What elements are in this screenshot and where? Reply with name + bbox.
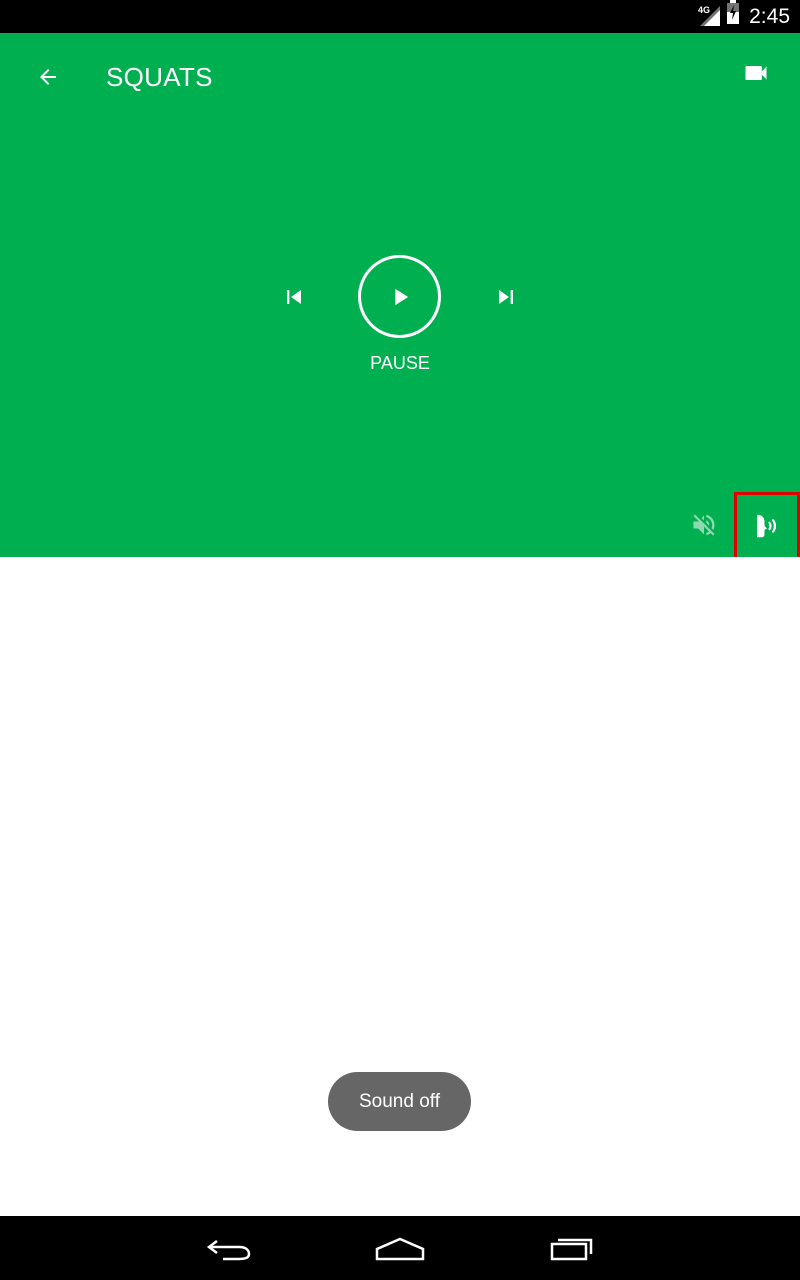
skip-previous-icon xyxy=(287,290,301,304)
nav-recents-button[interactable] xyxy=(532,1224,612,1272)
back-arrow-icon xyxy=(40,69,56,85)
previous-exercise-button[interactable] xyxy=(270,273,318,321)
signal-icon: 4G xyxy=(698,4,722,28)
video-button[interactable] xyxy=(732,49,780,97)
home-icon xyxy=(375,1237,425,1261)
status-time: 2:45 xyxy=(749,5,790,28)
voice-coach-icon xyxy=(757,514,776,538)
voice-coach-button[interactable] xyxy=(734,492,800,560)
sound-toggle-button[interactable] xyxy=(680,501,728,549)
network-type-label: 4G xyxy=(698,5,711,15)
videocam-icon xyxy=(745,66,767,80)
volume-off-icon xyxy=(693,514,715,536)
status-icons: 4G xyxy=(698,0,740,28)
recents-icon xyxy=(550,1238,593,1261)
toast-text: Sound off xyxy=(358,1090,440,1112)
nav-back-button[interactable] xyxy=(190,1224,270,1272)
play-button[interactable] xyxy=(358,255,441,338)
play-icon xyxy=(394,288,408,305)
back-icon xyxy=(206,1240,251,1261)
navigation-bar xyxy=(0,1216,800,1280)
status-bar: 4G 2:45 xyxy=(0,0,800,33)
battery-icon xyxy=(726,0,740,28)
next-exercise-button[interactable] xyxy=(482,273,530,321)
workout-header: SQUATS PAUSE xyxy=(0,33,800,560)
nav-home-button[interactable] xyxy=(360,1224,440,1272)
page-title: SQUATS xyxy=(106,62,213,92)
skip-next-icon xyxy=(499,290,513,304)
toast-message: Sound off xyxy=(328,1072,471,1131)
player-state-label: PAUSE xyxy=(370,353,430,373)
back-button[interactable] xyxy=(24,53,72,101)
